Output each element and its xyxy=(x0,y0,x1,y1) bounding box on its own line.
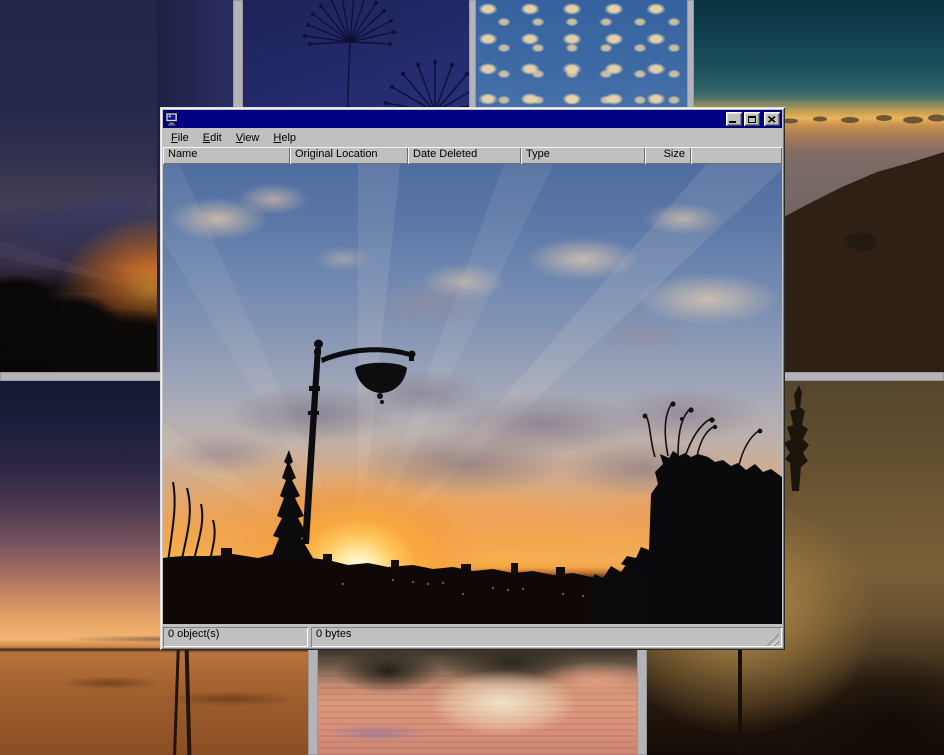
menu-file[interactable]: File xyxy=(164,131,196,146)
recycle-bin-listview[interactable] xyxy=(163,164,782,624)
menu-bar: File Edit View Help xyxy=(163,129,782,147)
tree-silhouette-band xyxy=(0,268,157,372)
computer-window-icon[interactable] xyxy=(165,112,179,126)
water-pole-silhouette xyxy=(185,647,192,755)
column-header-size[interactable]: Size xyxy=(645,147,691,164)
foreground-silhouettes xyxy=(163,164,782,624)
minimize-button[interactable] xyxy=(726,112,742,126)
status-bar: 0 object(s) 0 bytes xyxy=(163,624,782,647)
column-header-type[interactable]: Type xyxy=(521,147,645,164)
desktop-wallpaper: File Edit View Help Name Original Locati… xyxy=(0,0,944,755)
status-total-size: 0 bytes xyxy=(311,627,782,647)
close-icon xyxy=(768,116,776,123)
maximize-button[interactable] xyxy=(744,112,760,126)
column-header-row: Name Original Location Date Deleted Type… xyxy=(163,147,782,164)
menu-edit[interactable]: Edit xyxy=(196,131,229,146)
recycle-bin-window: File Edit View Help Name Original Locati… xyxy=(160,107,785,650)
wallpaper-sunset-god-rays-photo xyxy=(0,0,157,372)
menu-help[interactable]: Help xyxy=(266,131,303,146)
column-header-date-deleted[interactable]: Date Deleted xyxy=(408,147,521,164)
column-header-original-location[interactable]: Original Location xyxy=(290,147,408,164)
status-object-count: 0 object(s) xyxy=(163,627,308,647)
titlebar[interactable] xyxy=(163,110,782,128)
maximize-icon xyxy=(748,116,756,123)
minimize-icon xyxy=(729,121,736,123)
column-header-name[interactable]: Name xyxy=(163,147,290,164)
dusk-pole-silhouette xyxy=(738,650,742,755)
water-pole-silhouette xyxy=(173,644,180,755)
menu-view[interactable]: View xyxy=(229,131,267,146)
column-header-blank[interactable] xyxy=(691,147,782,164)
close-button[interactable] xyxy=(764,112,780,126)
